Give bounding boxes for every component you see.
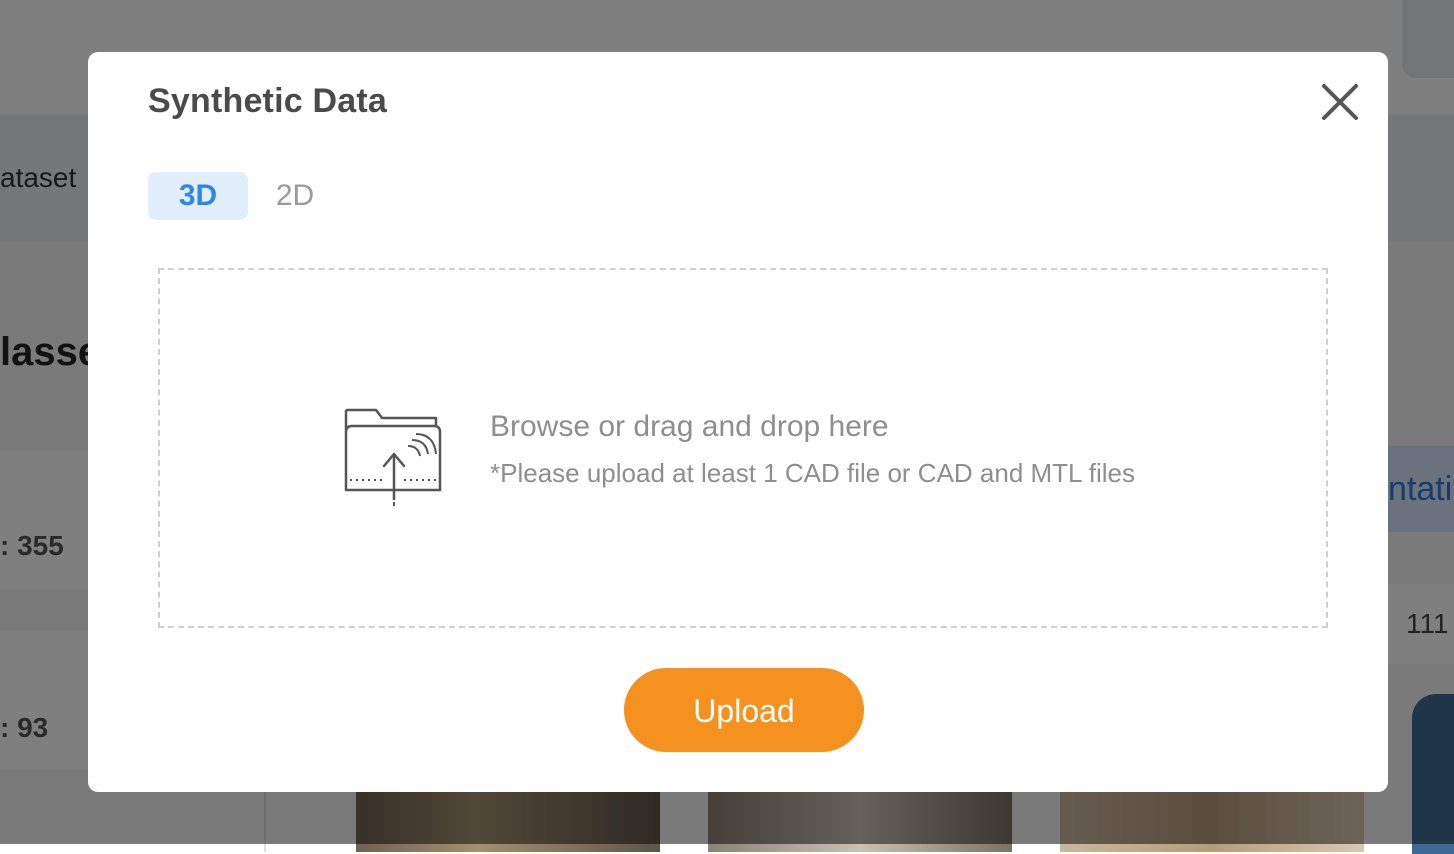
- tab-3d[interactable]: 3D: [148, 172, 248, 220]
- dropzone-hint: *Please upload at least 1 CAD file or CA…: [490, 458, 1136, 488]
- close-button[interactable]: [1318, 80, 1362, 124]
- upload-button[interactable]: Upload: [624, 668, 864, 752]
- folder-upload-icon: [344, 408, 442, 506]
- close-icon: [1322, 84, 1358, 120]
- tab-2d[interactable]: 2D: [258, 172, 332, 220]
- file-dropzone[interactable]: Browse or drag and drop here *Please upl…: [158, 268, 1328, 628]
- modal-title: Synthetic Data: [148, 82, 387, 120]
- synthetic-data-modal: Synthetic Data 3D 2D Browse or drag and …: [88, 52, 1388, 792]
- dropzone-instruction: Browse or drag and drop here: [490, 410, 889, 443]
